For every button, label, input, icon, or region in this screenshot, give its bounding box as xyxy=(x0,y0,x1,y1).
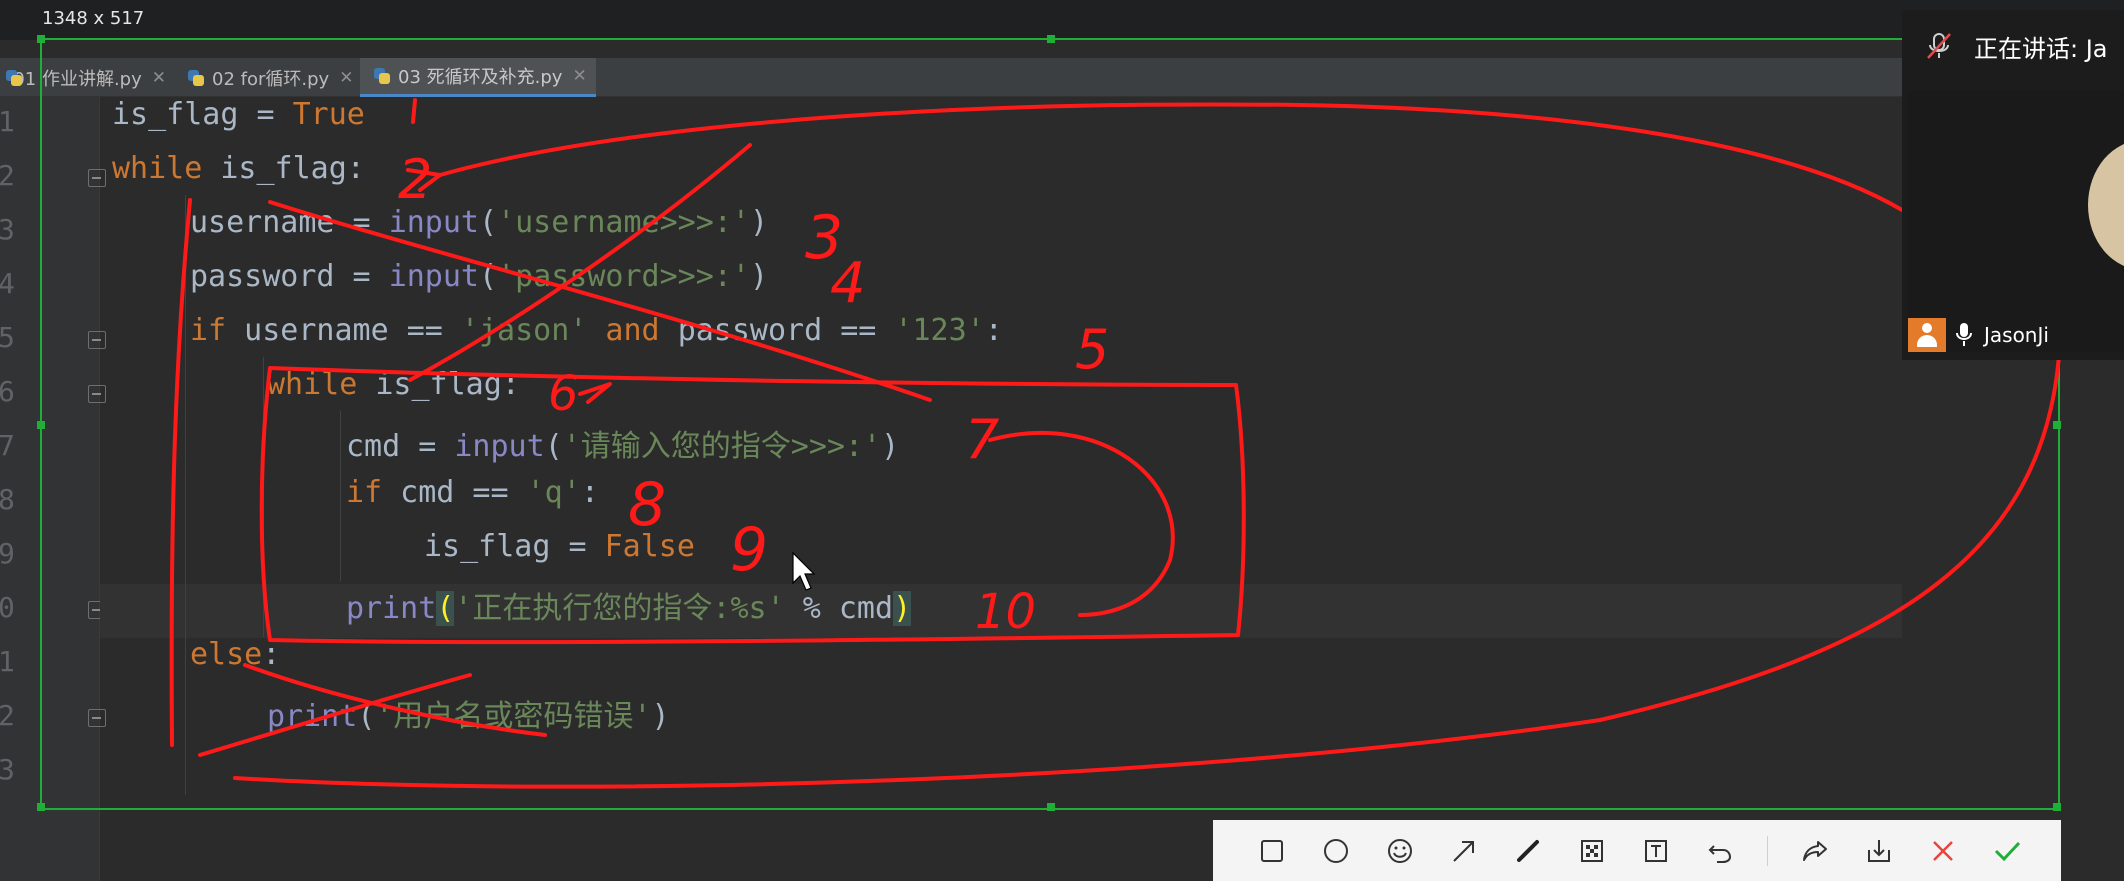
close-icon[interactable]: ✕ xyxy=(339,68,353,88)
code-line-11: else: xyxy=(190,637,281,672)
toolbar-divider xyxy=(1767,835,1768,866)
close-icon[interactable]: ✕ xyxy=(152,68,166,88)
line-number: 3 xyxy=(0,753,15,786)
participant-video-tile[interactable]: JasonJi xyxy=(1908,90,2124,352)
text-tool-icon[interactable] xyxy=(1639,834,1673,868)
line-number: 8 xyxy=(0,483,15,516)
code-line-4: password = input('password>>>:') xyxy=(190,259,768,294)
tab-03-active[interactable]: 03 死循环及补充.py ✕ xyxy=(360,58,596,97)
speaking-indicator-bar: 正在讲话: Ja xyxy=(1902,10,2124,82)
code-line-7: cmd = input('请输入您的指令>>>:') xyxy=(346,429,900,464)
tab-label: 02 for循环.py xyxy=(212,68,330,90)
line-number: 9 xyxy=(0,537,15,570)
line-number: 7 xyxy=(0,429,15,462)
code-line-1: is_flag = True xyxy=(112,97,365,132)
line-number: 2 xyxy=(0,159,15,192)
fold-marker[interactable] xyxy=(88,331,106,349)
editor-tab-bar: 01 作业讲解.py ✕ 02 for循环.py ✕ 03 死循环及补充.py … xyxy=(0,58,1902,97)
rectangle-tool-icon[interactable] xyxy=(1255,834,1289,868)
speaking-status-text: 正在讲话: Ja xyxy=(1974,34,2108,63)
tab-label: 01 作业讲解.py xyxy=(13,68,142,90)
code-line-12: print('用户名或密码错误') xyxy=(267,699,670,734)
line-number: 4 xyxy=(0,267,15,300)
mic-muted-icon[interactable] xyxy=(1924,31,1954,61)
pen-tool-icon[interactable] xyxy=(1511,834,1545,868)
emoji-tool-icon[interactable] xyxy=(1383,834,1417,868)
indent-guide xyxy=(340,411,341,581)
code-line-5: if username == 'jason' and password == '… xyxy=(190,313,1003,348)
line-number: 2 xyxy=(0,699,15,732)
undo-icon[interactable] xyxy=(1703,834,1737,868)
line-number-gutter: 1 2 3 4 5 6 7 8 9 0 1 2 3 xyxy=(0,97,106,881)
code-line-8: if cmd == 'q': xyxy=(346,475,599,510)
screen-top-strip xyxy=(0,0,2124,40)
python-file-icon xyxy=(372,66,392,86)
code-editor[interactable]: 1 2 3 4 5 6 7 8 9 0 1 2 3 is_flag = True… xyxy=(0,97,2124,881)
capture-size-label: 1348 x 517 xyxy=(42,8,145,29)
mosaic-tool-icon[interactable] xyxy=(1575,834,1609,868)
code-line-9: is_flag = False xyxy=(424,529,695,564)
ellipse-tool-icon[interactable] xyxy=(1319,834,1353,868)
code-line-3: username = input('username>>>:') xyxy=(190,205,768,240)
cancel-icon[interactable] xyxy=(1926,834,1960,868)
participant-avatar xyxy=(2088,140,2124,270)
mic-on-icon xyxy=(1956,323,1972,346)
line-number: 1 xyxy=(0,645,15,678)
tab-label: 03 死循环及补充.py xyxy=(398,67,563,88)
arrow-tool-icon[interactable] xyxy=(1447,834,1481,868)
tab-02[interactable]: 02 for循环.py ✕ xyxy=(182,58,356,97)
indent-guide xyxy=(185,195,186,795)
python-file-icon xyxy=(186,68,206,88)
indent-guide xyxy=(263,357,264,637)
participant-name-strip: JasonJi xyxy=(1908,318,2049,352)
fold-marker[interactable] xyxy=(88,169,106,187)
line-number: 1 xyxy=(0,105,15,138)
line-number: 5 xyxy=(0,321,15,354)
screenshot-annotation-toolbar xyxy=(1213,820,2061,881)
line-number: 6 xyxy=(0,375,15,408)
code-line-6: while is_flag: xyxy=(267,367,520,402)
code-line-10: print('正在执行您的指令:%s' % cmd) xyxy=(346,591,912,626)
host-icon xyxy=(1908,318,1946,352)
fold-marker[interactable] xyxy=(88,385,106,403)
share-icon[interactable] xyxy=(1798,834,1832,868)
close-icon[interactable]: ✕ xyxy=(572,66,586,86)
line-number: 3 xyxy=(0,213,15,246)
line-number: 0 xyxy=(0,591,15,624)
python-file-icon xyxy=(4,68,24,88)
save-download-icon[interactable] xyxy=(1862,834,1896,868)
confirm-check-icon[interactable] xyxy=(1990,834,2024,868)
fold-marker[interactable] xyxy=(88,709,106,727)
participant-name: JasonJi xyxy=(1984,323,2049,347)
tab-01[interactable]: 01 作业讲解.py ✕ xyxy=(0,58,166,97)
video-call-panel: 正在讲话: Ja JasonJi xyxy=(1902,10,2124,360)
code-line-2: while is_flag: xyxy=(112,151,365,186)
